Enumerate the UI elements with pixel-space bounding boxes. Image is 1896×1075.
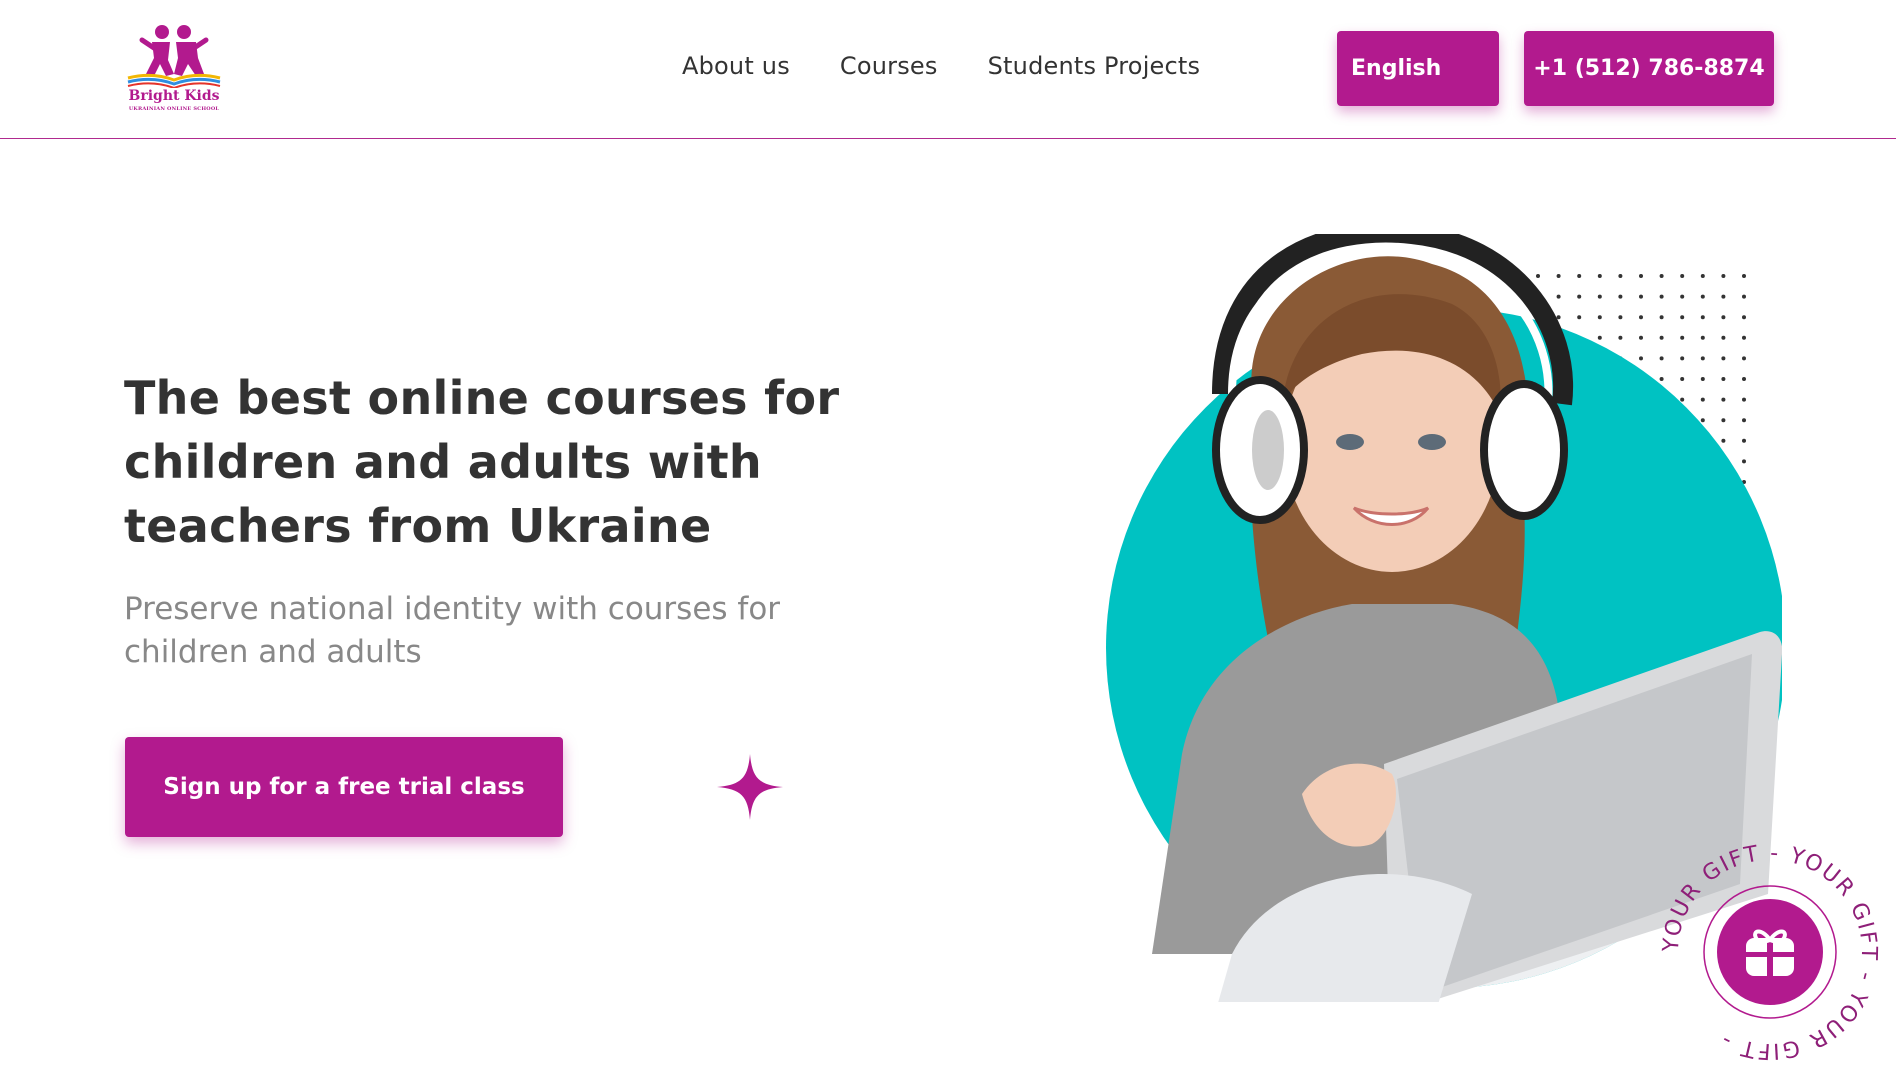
nav-students-projects[interactable]: Students Projects [988, 52, 1201, 80]
phone-button[interactable]: +1 (512) 786-8874 [1524, 31, 1774, 106]
language-button[interactable]: English [1337, 31, 1499, 106]
children-book-logo-icon [127, 25, 221, 88]
hero-title-line: teachers from Ukraine [124, 499, 712, 553]
hero-title-line: The best online courses for [124, 371, 840, 425]
hero-subtitle-line: Preserve national identity with courses … [124, 591, 781, 627]
logo-title: Bright Kids [128, 88, 220, 104]
free-trial-button[interactable]: Sign up for a free trial class [125, 737, 563, 837]
gift-icon [1746, 929, 1794, 976]
sparkle-icon [717, 754, 783, 820]
site-header: Bright Kids UKRAINIAN ONLINE SCHOOL Abou… [0, 0, 1896, 139]
gift-button[interactable] [1717, 899, 1823, 1005]
page: Bright Kids UKRAINIAN ONLINE SCHOOL Abou… [0, 0, 1896, 1075]
gift-badge[interactable]: YOUR GIFT - YOUR GIFT - YOUR GIFT - [1660, 842, 1880, 1062]
hero-title-line: children and adults with [124, 435, 762, 489]
nav-about-us[interactable]: About us [682, 52, 790, 80]
main-nav: About us Courses Students Projects [682, 52, 1200, 80]
hero-subtitle-line: children and adults [124, 634, 422, 670]
logo-subtitle: UKRAINIAN ONLINE SCHOOL [128, 106, 220, 112]
logo[interactable]: Bright Kids UKRAINIAN ONLINE SCHOOL [122, 22, 226, 118]
hero-title: The best online courses for children and… [124, 366, 924, 558]
hero-subtitle: Preserve national identity with courses … [124, 588, 884, 674]
nav-courses[interactable]: Courses [840, 52, 938, 80]
